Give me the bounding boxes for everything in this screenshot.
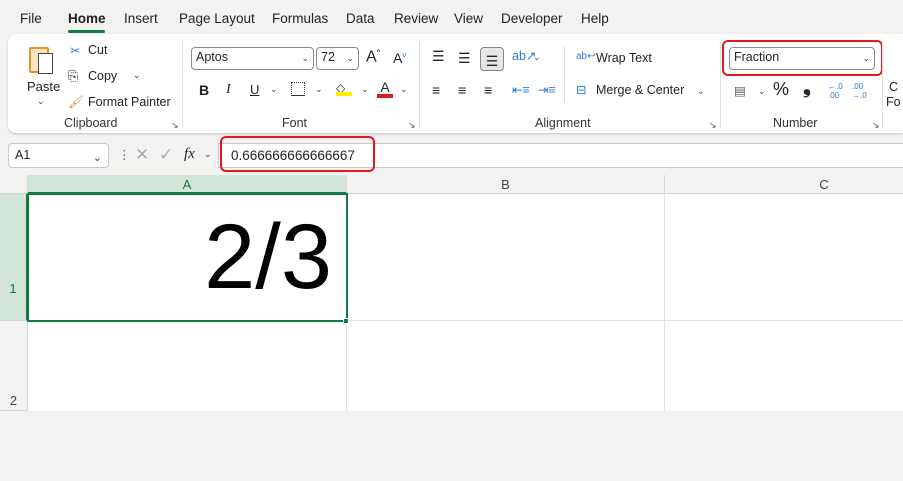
formula-bar: A1 ⌄ ⋮ ✕ ✓ fx ⌄ 0.666666666666667	[8, 136, 903, 172]
orientation-chevron-icon[interactable]: ⌄	[533, 52, 541, 63]
tab-home[interactable]: Home	[68, 11, 106, 26]
wrap-text-icon: ab↩	[576, 51, 596, 62]
name-box-value: A1	[15, 148, 31, 162]
top-align-icon[interactable]: ☰	[432, 48, 445, 65]
fill-handle[interactable]	[343, 318, 349, 324]
increase-decimal-button[interactable]: ←.0 .00	[828, 82, 846, 100]
wrap-text-button[interactable]: Wrap Text	[596, 51, 652, 65]
copy-button[interactable]: Copy	[88, 69, 117, 83]
insert-function-button[interactable]: fx	[184, 146, 195, 163]
tab-insert[interactable]: Insert	[124, 11, 158, 26]
conditional-formatting-label[interactable]: C	[889, 80, 898, 94]
fx-chevron-icon[interactable]: ⌄	[204, 149, 212, 160]
divider	[882, 42, 883, 128]
divider	[182, 42, 183, 128]
copy-icon: ⎘	[68, 69, 79, 83]
divider	[720, 42, 721, 128]
highlight-box	[220, 136, 375, 172]
cut-icon: ✂	[70, 44, 81, 58]
font-name-value: Aptos	[196, 50, 228, 64]
fill-color-chevron-icon[interactable]: ⌄	[361, 84, 369, 95]
font-color-icon[interactable]: A	[377, 79, 393, 98]
tab-developer[interactable]: Developer	[501, 11, 563, 26]
format-painter-icon: 🖌	[68, 95, 84, 109]
percent-style-button[interactable]: %	[773, 79, 789, 100]
merge-chevron-icon[interactable]: ⌄	[697, 86, 705, 97]
decrease-font-size-icon[interactable]: Av	[393, 50, 406, 66]
cell-c1[interactable]	[665, 194, 903, 321]
comma-style-button[interactable]: ❟	[803, 76, 811, 99]
cell-a2[interactable]	[28, 321, 347, 411]
align-left-icon[interactable]: ≡	[432, 82, 440, 98]
number-group-label: Number	[773, 116, 818, 130]
accounting-chevron-icon[interactable]: ⌄	[758, 86, 766, 97]
more-icon[interactable]: ⋮	[118, 147, 131, 162]
increase-font-size-icon[interactable]: A^	[366, 48, 380, 66]
column-header-b[interactable]: B	[347, 175, 665, 194]
bold-button[interactable]: B	[199, 82, 209, 98]
font-launcher-icon[interactable]: ↘	[408, 120, 416, 131]
tab-view[interactable]: View	[454, 11, 483, 26]
italic-button[interactable]: I	[226, 82, 231, 98]
underline-chevron-icon[interactable]: ⌄	[270, 84, 278, 95]
borders-icon[interactable]	[291, 82, 305, 96]
paste-button[interactable]: Paste	[27, 79, 60, 94]
font-size-select[interactable]: 72 ⌄	[316, 47, 359, 70]
select-all-corner[interactable]	[0, 175, 28, 194]
alignment-launcher-icon[interactable]: ↘	[709, 120, 717, 131]
align-right-icon[interactable]: ≡	[484, 82, 492, 98]
bottom-align-button[interactable]: ☰	[480, 47, 504, 71]
cut-button[interactable]: Cut	[88, 43, 107, 57]
name-box[interactable]: A1 ⌄	[8, 143, 109, 168]
copy-chevron-icon[interactable]: ⌄	[133, 70, 141, 81]
paste-chevron-icon[interactable]: ⌄	[37, 96, 45, 107]
cell-b2[interactable]	[347, 321, 665, 411]
underline-button[interactable]: U	[250, 82, 259, 97]
font-name-select[interactable]: Aptos ⌄	[191, 47, 314, 70]
divider	[419, 42, 420, 128]
cell-a1-value: 2/3	[204, 206, 332, 308]
middle-align-icon[interactable]: ☰	[458, 50, 471, 67]
tab-formulas[interactable]: Formulas	[272, 11, 328, 26]
align-center-icon[interactable]: ≡	[458, 82, 466, 98]
enter-icon[interactable]: ✓	[159, 145, 173, 165]
cell-a1[interactable]: 2/3	[27, 193, 348, 322]
divider	[564, 46, 565, 102]
tab-file[interactable]: File	[20, 11, 42, 26]
clipboard-group-label: Clipboard	[64, 116, 118, 130]
increase-indent-icon[interactable]: ⇥≡	[538, 82, 556, 97]
clipboard-launcher-icon[interactable]: ↘	[171, 120, 179, 131]
merge-center-icon: ⊟	[576, 83, 587, 97]
alignment-group-label: Alignment	[535, 116, 591, 130]
conditional-formatting-label-2[interactable]: Fo	[886, 95, 901, 109]
decrease-indent-icon[interactable]: ⇤≡	[512, 82, 530, 97]
borders-chevron-icon[interactable]: ⌄	[315, 84, 323, 95]
paste-icon	[29, 43, 57, 75]
column-header-c[interactable]: C	[665, 175, 903, 194]
font-size-value: 72	[321, 50, 335, 64]
tab-review[interactable]: Review	[394, 11, 438, 26]
font-color-chevron-icon[interactable]: ⌄	[400, 84, 408, 95]
active-tab-indicator	[68, 30, 105, 33]
menu-bar: File Home Insert Page Layout Formulas Da…	[0, 0, 903, 34]
row-header-1[interactable]: 1	[0, 194, 28, 321]
row-header-2[interactable]: 2	[0, 321, 28, 411]
number-launcher-icon[interactable]: ↘	[872, 120, 880, 131]
cancel-icon[interactable]: ✕	[135, 145, 149, 165]
tab-help[interactable]: Help	[581, 11, 609, 26]
tab-page-layout[interactable]: Page Layout	[179, 11, 255, 26]
font-group-label: Font	[282, 116, 308, 130]
fill-color-icon[interactable]: ◇	[336, 80, 352, 96]
cell-c2[interactable]	[665, 321, 903, 411]
decrease-decimal-button[interactable]: .00 →.0	[852, 82, 870, 100]
cell-b1[interactable]	[347, 194, 665, 321]
spreadsheet-grid: A B C 1 2 2/3	[0, 175, 903, 411]
highlight-box	[722, 40, 883, 76]
format-painter-button[interactable]: Format Painter	[88, 95, 171, 109]
tab-data[interactable]: Data	[346, 11, 375, 26]
column-header-a[interactable]: A	[28, 175, 347, 194]
merge-center-button[interactable]: Merge & Center	[596, 83, 684, 97]
accounting-format-icon[interactable]: ▤	[734, 83, 746, 98]
